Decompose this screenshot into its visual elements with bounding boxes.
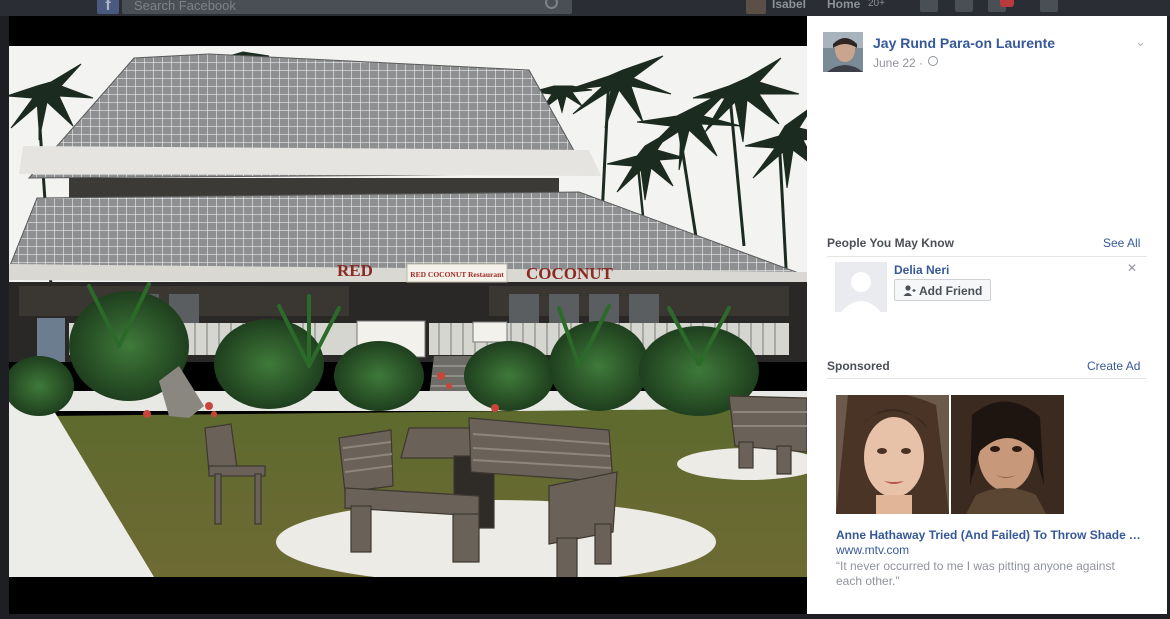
photo-side-panel: Jay Rund Para-on Laurente June 22 · ⌄ Pe… [807, 16, 1167, 614]
friend-requests-icon[interactable] [920, 0, 938, 12]
sponsored-title: Sponsored [827, 359, 890, 373]
photo-sign-right: COCONUT [526, 264, 614, 283]
ad-description: “It never occurred to me I was pitting a… [836, 559, 1115, 588]
pymk-divider [827, 256, 1147, 257]
home-link[interactable]: Home [827, 0, 860, 11]
facebook-logo-icon[interactable]: f [97, 0, 119, 14]
photo-viewer: RED COCONUT RED COCONUT Restaurant [9, 16, 807, 614]
pymk-title: People You May Know [827, 236, 954, 250]
pymk-name-link[interactable]: Delia Neri [894, 263, 949, 277]
photo-sign-left: RED [337, 261, 373, 280]
user-name-link[interactable]: Isabel [772, 0, 806, 11]
ad-image[interactable] [836, 395, 1064, 514]
search-input[interactable]: Search Facebook [122, 0, 572, 14]
home-count-badge: 20+ [868, 0, 885, 9]
top-nav-bar: f Search Facebook Isabel Home 20+ [0, 0, 1170, 16]
close-icon[interactable]: ✕ [1127, 261, 1137, 275]
user-avatar[interactable] [746, 0, 766, 14]
author-name-link[interactable]: Jay Rund Para-on Laurente [873, 35, 1055, 51]
globe-icon [928, 56, 938, 66]
see-all-link[interactable]: See All [1103, 236, 1140, 250]
create-ad-link[interactable]: Create Ad [1087, 359, 1140, 373]
chevron-down-icon[interactable]: ⌄ [1135, 34, 1146, 50]
add-friend-icon [903, 285, 916, 296]
add-friend-label: Add Friend [919, 284, 983, 298]
pymk-suggestion: Delia Neri Add Friend ✕ [827, 261, 1147, 320]
search-placeholder: Search Facebook [134, 0, 236, 13]
post-timestamp[interactable]: June 22 · [873, 56, 923, 70]
author-avatar[interactable] [823, 32, 863, 72]
quick-help-icon[interactable] [1040, 0, 1058, 12]
add-friend-button[interactable]: Add Friend [894, 279, 992, 301]
post-photo[interactable]: RED COCONUT RED COCONUT Restaurant [9, 46, 807, 577]
ad-headline-link[interactable]: Anne Hathaway Tried (And Failed) To Thro… [836, 528, 1142, 542]
search-icon[interactable] [545, 0, 558, 9]
pymk-profile-photo[interactable] [835, 262, 887, 312]
photo-sign-center: RED COCONUT Restaurant [410, 270, 504, 279]
ad-domain-link[interactable]: www.mtv.com [836, 543, 909, 557]
messages-icon[interactable] [955, 0, 973, 12]
sponsored-divider [827, 378, 1147, 379]
notification-badge [1000, 0, 1014, 7]
